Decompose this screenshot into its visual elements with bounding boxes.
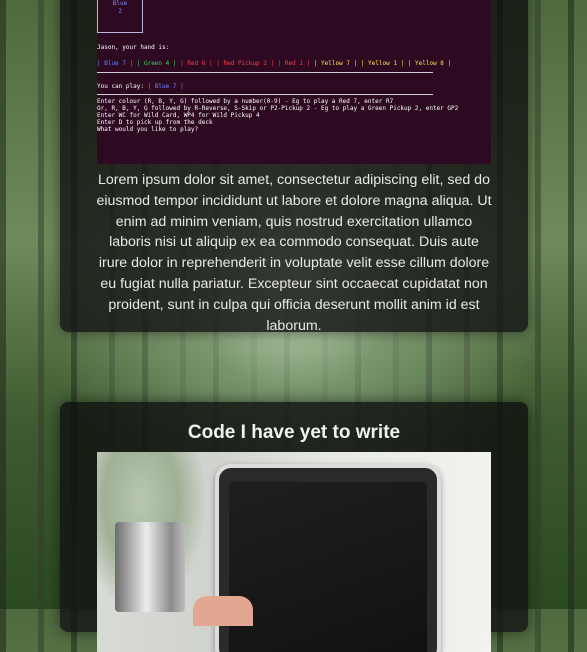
- card-title: Code I have yet to write: [187, 422, 401, 443]
- hand-card: | Red 1 |: [277, 60, 311, 67]
- hand-cards-line: | Blue 7 | | Green 4 | | Red 6 | | Red P…: [97, 60, 451, 67]
- project-card-future-code: Code I have yet to write: [60, 402, 528, 652]
- uno-card-art: Blue 2: [97, 0, 143, 33]
- can-play-label: You can play:: [97, 83, 144, 90]
- hand-card: | Yellow 7 |: [313, 60, 358, 67]
- can-play-card: | Blue 7 |: [147, 83, 184, 90]
- tablet-photo: [97, 452, 491, 652]
- hand-card: | Yellow 8 |: [407, 60, 452, 67]
- instruction-line: Or, R, B, Y, G followed by R-Reverse, S-…: [97, 105, 459, 112]
- terminal-divider: [97, 72, 433, 73]
- hand-card: | Red Pickup 2 |: [216, 60, 275, 67]
- card-art-number: 2: [118, 8, 122, 15]
- instruction-line: What would you like to play?: [97, 126, 199, 133]
- terminal-screenshot: Blue 2 Jason, your hand is: | Blue 7 | |…: [97, 0, 491, 164]
- card-art-color: Blue: [112, 0, 128, 7]
- hand-image: [193, 596, 253, 626]
- hand-card: | Blue 7 |: [97, 60, 134, 67]
- tablet-screen: [229, 482, 427, 652]
- instruction-line: Enter WC for Wild Card, WP4 for Wild Pic…: [97, 112, 260, 119]
- terminal-divider: [97, 94, 433, 95]
- pot-image: [115, 522, 185, 612]
- card-description: Lorem ipsum dolor sit amet, consectetur …: [96, 172, 492, 334]
- hand-card: | Yellow 1 |: [360, 60, 405, 67]
- hand-prompt: Jason, your hand is:: [97, 44, 170, 51]
- hand-card: | Green 4 |: [136, 60, 177, 67]
- project-card-terminal: Blue 2 Jason, your hand is: | Blue 7 | |…: [60, 0, 528, 334]
- instruction-line: Enter colour (R, B, Y, G) followed by a …: [97, 98, 394, 105]
- instruction-line: Enter D to pick up from the deck: [97, 119, 213, 126]
- hand-card: | Red 6 |: [180, 60, 213, 67]
- can-play-line: You can play: | Blue 7 |: [97, 83, 184, 90]
